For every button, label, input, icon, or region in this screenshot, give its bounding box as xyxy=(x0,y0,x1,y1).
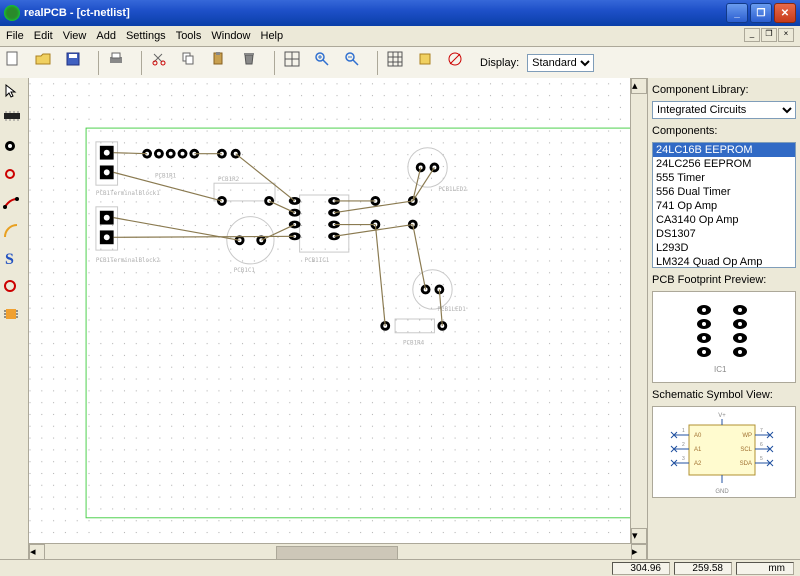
via-tool[interactable] xyxy=(2,166,26,190)
status-bar: 304.96 259.58 mm xyxy=(0,559,800,576)
svg-text:A2: A2 xyxy=(694,461,702,467)
app-icon xyxy=(4,5,20,21)
design-canvas[interactable]: PCB1TerminalBlock1 PCB1TerminalBlock2 xyxy=(29,78,647,560)
component-item[interactable]: CA3140 Op Amp xyxy=(653,213,795,227)
menu-help[interactable]: Help xyxy=(261,30,284,42)
mdi-close[interactable]: × xyxy=(778,28,794,42)
svg-text:PCB1R1: PCB1R1 xyxy=(155,173,177,179)
tool-palette: S xyxy=(0,78,29,560)
open-button[interactable] xyxy=(34,50,60,76)
zoom-out-button[interactable] xyxy=(343,50,369,76)
delete-button[interactable] xyxy=(240,50,266,76)
component-item[interactable]: L293D xyxy=(653,241,795,255)
svg-text:SDA: SDA xyxy=(740,461,752,467)
minimize-button[interactable]: _ xyxy=(726,3,748,23)
svg-text:2: 2 xyxy=(682,442,685,448)
menu-settings[interactable]: Settings xyxy=(126,30,166,42)
svg-text:PCB1TerminalBlock1: PCB1TerminalBlock1 xyxy=(96,191,160,197)
zoom-fit-button[interactable] xyxy=(283,50,309,76)
circle-tool[interactable] xyxy=(2,278,26,302)
symbol-view: V+ GND A0 A1 A2 1 2 3 xyxy=(652,406,796,498)
component-item[interactable]: DS1307 xyxy=(653,227,795,241)
pad-tool[interactable] xyxy=(2,138,26,162)
menu-tools[interactable]: Tools xyxy=(176,30,202,42)
track-tool[interactable] xyxy=(2,194,26,218)
zoom-in-button[interactable] xyxy=(313,50,339,76)
svg-text:GND: GND xyxy=(715,489,729,495)
select-tool[interactable] xyxy=(2,82,26,106)
status-x: 304.96 xyxy=(612,562,670,575)
svg-text:1: 1 xyxy=(682,428,685,434)
horizontal-scrollbar[interactable]: ◂ ▸ xyxy=(29,543,647,560)
maximize-button[interactable]: ❐ xyxy=(750,3,772,23)
save-button[interactable] xyxy=(64,50,90,76)
svg-text:A0: A0 xyxy=(694,433,702,439)
svg-text:5: 5 xyxy=(760,456,763,462)
close-button[interactable]: ✕ xyxy=(774,3,796,23)
svg-text:WP: WP xyxy=(742,433,752,439)
svg-text:PCB1R4: PCB1R4 xyxy=(403,341,425,347)
component-item[interactable]: 741 Op Amp xyxy=(653,199,795,213)
component-item[interactable]: LM324 Quad Op Amp xyxy=(653,255,795,268)
menu-file[interactable]: File xyxy=(6,30,24,42)
library-select[interactable]: Integrated Circuits xyxy=(652,101,796,119)
display-label: Display: xyxy=(480,57,519,69)
footprint-ref: IC1 xyxy=(714,365,727,374)
component-item[interactable]: 555 Timer xyxy=(653,171,795,185)
component-item[interactable]: 24LC16B EEPROM xyxy=(653,143,795,157)
menu-window[interactable]: Window xyxy=(211,30,250,42)
footprint-label: PCB Footprint Preview: xyxy=(652,274,796,286)
side-panel: Component Library: Integrated Circuits C… xyxy=(647,78,800,560)
component-list[interactable]: 24LC16B EEPROM24LC256 EEPROM555 Timer556… xyxy=(652,142,796,268)
cut-button[interactable] xyxy=(150,50,176,76)
svg-text:7: 7 xyxy=(760,428,763,434)
svg-text:PCB1TerminalBlock2: PCB1TerminalBlock2 xyxy=(96,258,160,264)
mdi-minimize[interactable]: _ xyxy=(744,28,760,42)
copy-button[interactable] xyxy=(180,50,206,76)
grid-button[interactable] xyxy=(386,50,412,76)
mdi-restore[interactable]: ❐ xyxy=(761,28,777,42)
menu-bar: File Edit View Add Settings Tools Window… xyxy=(0,26,800,47)
menu-view[interactable]: View xyxy=(63,30,87,42)
symbol-label: Schematic Symbol View: xyxy=(652,389,796,401)
print-button[interactable] xyxy=(107,50,133,76)
svg-text:SCL: SCL xyxy=(740,447,752,453)
snap-button[interactable] xyxy=(416,50,442,76)
menu-add[interactable]: Add xyxy=(96,30,116,42)
titlebar: realPCB - [ct-netlist] _ ❐ ✕ xyxy=(0,0,800,26)
component-item[interactable]: 556 Dual Timer xyxy=(653,185,795,199)
svg-text:V+: V+ xyxy=(718,413,726,419)
component-tool[interactable] xyxy=(2,110,26,134)
vertical-scrollbar[interactable]: ▴ ▾ xyxy=(630,78,647,544)
svg-text:PCB1LED2: PCB1LED2 xyxy=(438,187,467,193)
svg-text:PCB1IC1: PCB1IC1 xyxy=(305,258,330,264)
menu-edit[interactable]: Edit xyxy=(34,30,53,42)
svg-text:A1: A1 xyxy=(694,447,702,453)
svg-text:PCB1R2: PCB1R2 xyxy=(218,177,240,183)
main-toolbar: Display: Standard xyxy=(0,47,800,80)
status-unit: mm xyxy=(736,562,794,575)
arc-tool[interactable] xyxy=(2,222,26,246)
paste-button[interactable] xyxy=(210,50,236,76)
svg-text:3: 3 xyxy=(682,456,685,462)
components-label: Components: xyxy=(652,125,796,137)
drc-button[interactable] xyxy=(446,50,472,76)
svg-text:6: 6 xyxy=(760,442,763,448)
library-label: Component Library: xyxy=(652,84,796,96)
new-button[interactable] xyxy=(4,50,30,76)
component-item[interactable]: 24LC256 EEPROM xyxy=(653,157,795,171)
footprint-preview: IC1 xyxy=(652,291,796,383)
svg-text:S: S xyxy=(5,251,14,268)
status-y: 259.58 xyxy=(674,562,732,575)
window-title: realPCB - [ct-netlist] xyxy=(24,7,726,19)
svg-text:PCB1C1: PCB1C1 xyxy=(234,268,256,274)
shape-tool[interactable]: S xyxy=(2,250,26,274)
display-select[interactable]: Standard xyxy=(527,54,594,72)
ic-footprint-tool[interactable] xyxy=(2,306,26,330)
